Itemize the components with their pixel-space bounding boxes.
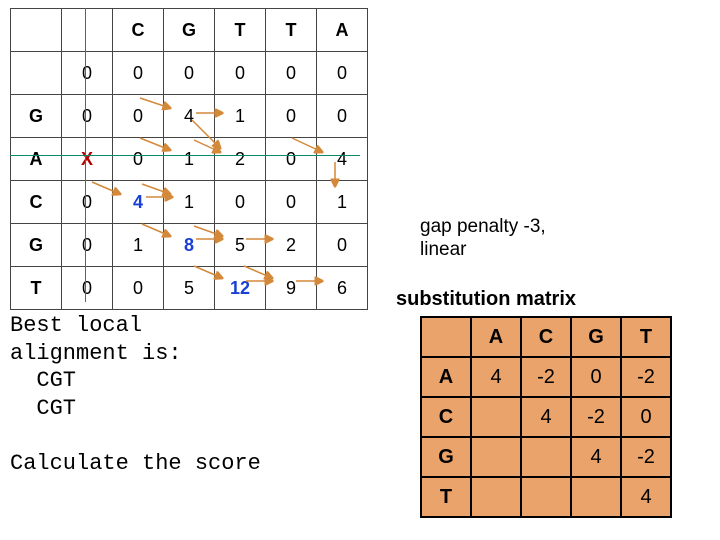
best-line: Best local bbox=[10, 313, 142, 338]
table-row: G 4 -2 bbox=[421, 437, 671, 477]
dp-header: C bbox=[113, 9, 164, 52]
dp-cell: 1 bbox=[317, 181, 368, 224]
dp-cell: 5 bbox=[164, 267, 215, 310]
table-row: G 0 0 4 1 0 0 bbox=[11, 95, 368, 138]
sub-cell: 4 bbox=[571, 437, 621, 477]
sub-cell: -2 bbox=[571, 397, 621, 437]
table-row: T 4 bbox=[421, 477, 671, 517]
best-line: Calculate the score bbox=[10, 451, 261, 476]
dp-rowhdr bbox=[11, 52, 62, 95]
sub-cell bbox=[521, 477, 571, 517]
table-row: C G T T A bbox=[11, 9, 368, 52]
sub-colhdr: A bbox=[471, 317, 521, 357]
dp-cell: 0 bbox=[62, 224, 113, 267]
dp-rowhdr: A bbox=[11, 138, 62, 181]
dp-cell: 0 bbox=[215, 52, 266, 95]
best-line: alignment is: bbox=[10, 341, 182, 366]
dp-header: A bbox=[317, 9, 368, 52]
dp-cell: 0 bbox=[164, 52, 215, 95]
dp-rowhdr: G bbox=[11, 224, 62, 267]
dp-cell: 1 bbox=[164, 181, 215, 224]
sub-rowhdr: T bbox=[421, 477, 471, 517]
dp-cell-highlight: 8 bbox=[164, 224, 215, 267]
sub-colhdr: G bbox=[571, 317, 621, 357]
table-row: A X 0 1 2 0 4 bbox=[11, 138, 368, 181]
dp-cell: 1 bbox=[215, 95, 266, 138]
sub-rowhdr: C bbox=[421, 397, 471, 437]
dp-header: G bbox=[164, 9, 215, 52]
substitution-matrix-title: substitution matrix bbox=[396, 288, 576, 311]
dp-matrix: C G T T A 0 0 0 0 0 0 G 0 0 4 1 0 0 A X … bbox=[10, 8, 368, 310]
dp-cell: 6 bbox=[317, 267, 368, 310]
dp-cell: 9 bbox=[266, 267, 317, 310]
sub-cell: -2 bbox=[621, 357, 671, 397]
dp-cell: 0 bbox=[266, 138, 317, 181]
dp-cell-highlight: 4 bbox=[113, 181, 164, 224]
sub-cell: 4 bbox=[471, 357, 521, 397]
dp-cell: 2 bbox=[266, 224, 317, 267]
table-row: 0 0 0 0 0 0 bbox=[11, 52, 368, 95]
table-row: T 0 0 5 12 9 6 bbox=[11, 267, 368, 310]
dp-header bbox=[11, 9, 62, 52]
dp-cell: 0 bbox=[266, 95, 317, 138]
sub-colhdr: C bbox=[521, 317, 571, 357]
x-mark-icon: X bbox=[62, 138, 113, 181]
dp-cell: 0 bbox=[266, 181, 317, 224]
table-row: C 0 4 1 0 0 1 bbox=[11, 181, 368, 224]
sub-cell: 4 bbox=[621, 477, 671, 517]
dp-cell: 1 bbox=[164, 138, 215, 181]
sub-cell: -2 bbox=[621, 437, 671, 477]
sub-cell bbox=[471, 397, 521, 437]
dp-cell: 0 bbox=[113, 267, 164, 310]
dp-cell: 0 bbox=[113, 52, 164, 95]
best-line: CGT bbox=[10, 368, 76, 393]
sub-rowhdr: A bbox=[421, 357, 471, 397]
dp-cell: 0 bbox=[317, 52, 368, 95]
sub-cell bbox=[521, 437, 571, 477]
gap-penalty-text: gap penalty -3, linear bbox=[420, 216, 546, 262]
sub-corner bbox=[421, 317, 471, 357]
sub-cell bbox=[471, 437, 521, 477]
gap-line: linear bbox=[420, 239, 546, 262]
table-row: A C G T bbox=[421, 317, 671, 357]
dp-cell: 0 bbox=[62, 52, 113, 95]
sub-cell: -2 bbox=[521, 357, 571, 397]
dp-cell-highlight: 12 bbox=[215, 267, 266, 310]
sub-cell: 0 bbox=[571, 357, 621, 397]
dp-cell: 0 bbox=[317, 224, 368, 267]
table-row: C 4 -2 0 bbox=[421, 397, 671, 437]
substitution-matrix: A C G T A 4 -2 0 -2 C 4 -2 0 G 4 -2 T 4 bbox=[420, 316, 672, 518]
dp-cell: 0 bbox=[113, 95, 164, 138]
dp-rowhdr: G bbox=[11, 95, 62, 138]
dp-header: T bbox=[215, 9, 266, 52]
table-row: G 0 1 8 5 2 0 bbox=[11, 224, 368, 267]
table-row: A 4 -2 0 -2 bbox=[421, 357, 671, 397]
dp-cell: 1 bbox=[113, 224, 164, 267]
dp-cell: 0 bbox=[266, 52, 317, 95]
sub-rowhdr: G bbox=[421, 437, 471, 477]
sub-cell: 4 bbox=[521, 397, 571, 437]
dp-cell: 0 bbox=[113, 138, 164, 181]
dp-cell: 4 bbox=[164, 95, 215, 138]
best-line: CGT bbox=[10, 396, 76, 421]
dp-rowhdr: T bbox=[11, 267, 62, 310]
dp-cell: 0 bbox=[317, 95, 368, 138]
dp-cell: 0 bbox=[215, 181, 266, 224]
dp-cell: 5 bbox=[215, 224, 266, 267]
dp-cell: 0 bbox=[62, 267, 113, 310]
sub-cell bbox=[571, 477, 621, 517]
dp-cell: 2 bbox=[215, 138, 266, 181]
dp-header: T bbox=[266, 9, 317, 52]
dp-rowhdr: C bbox=[11, 181, 62, 224]
best-alignment-text: Best local alignment is: CGT CGT Calcula… bbox=[10, 312, 261, 477]
dp-header bbox=[62, 9, 113, 52]
dp-cell: 0 bbox=[62, 181, 113, 224]
dp-cell: 4 bbox=[317, 138, 368, 181]
gap-line: gap penalty -3, bbox=[420, 216, 546, 239]
sub-colhdr: T bbox=[621, 317, 671, 357]
dp-cell: 0 bbox=[62, 95, 113, 138]
sub-cell: 0 bbox=[621, 397, 671, 437]
sub-cell bbox=[471, 477, 521, 517]
